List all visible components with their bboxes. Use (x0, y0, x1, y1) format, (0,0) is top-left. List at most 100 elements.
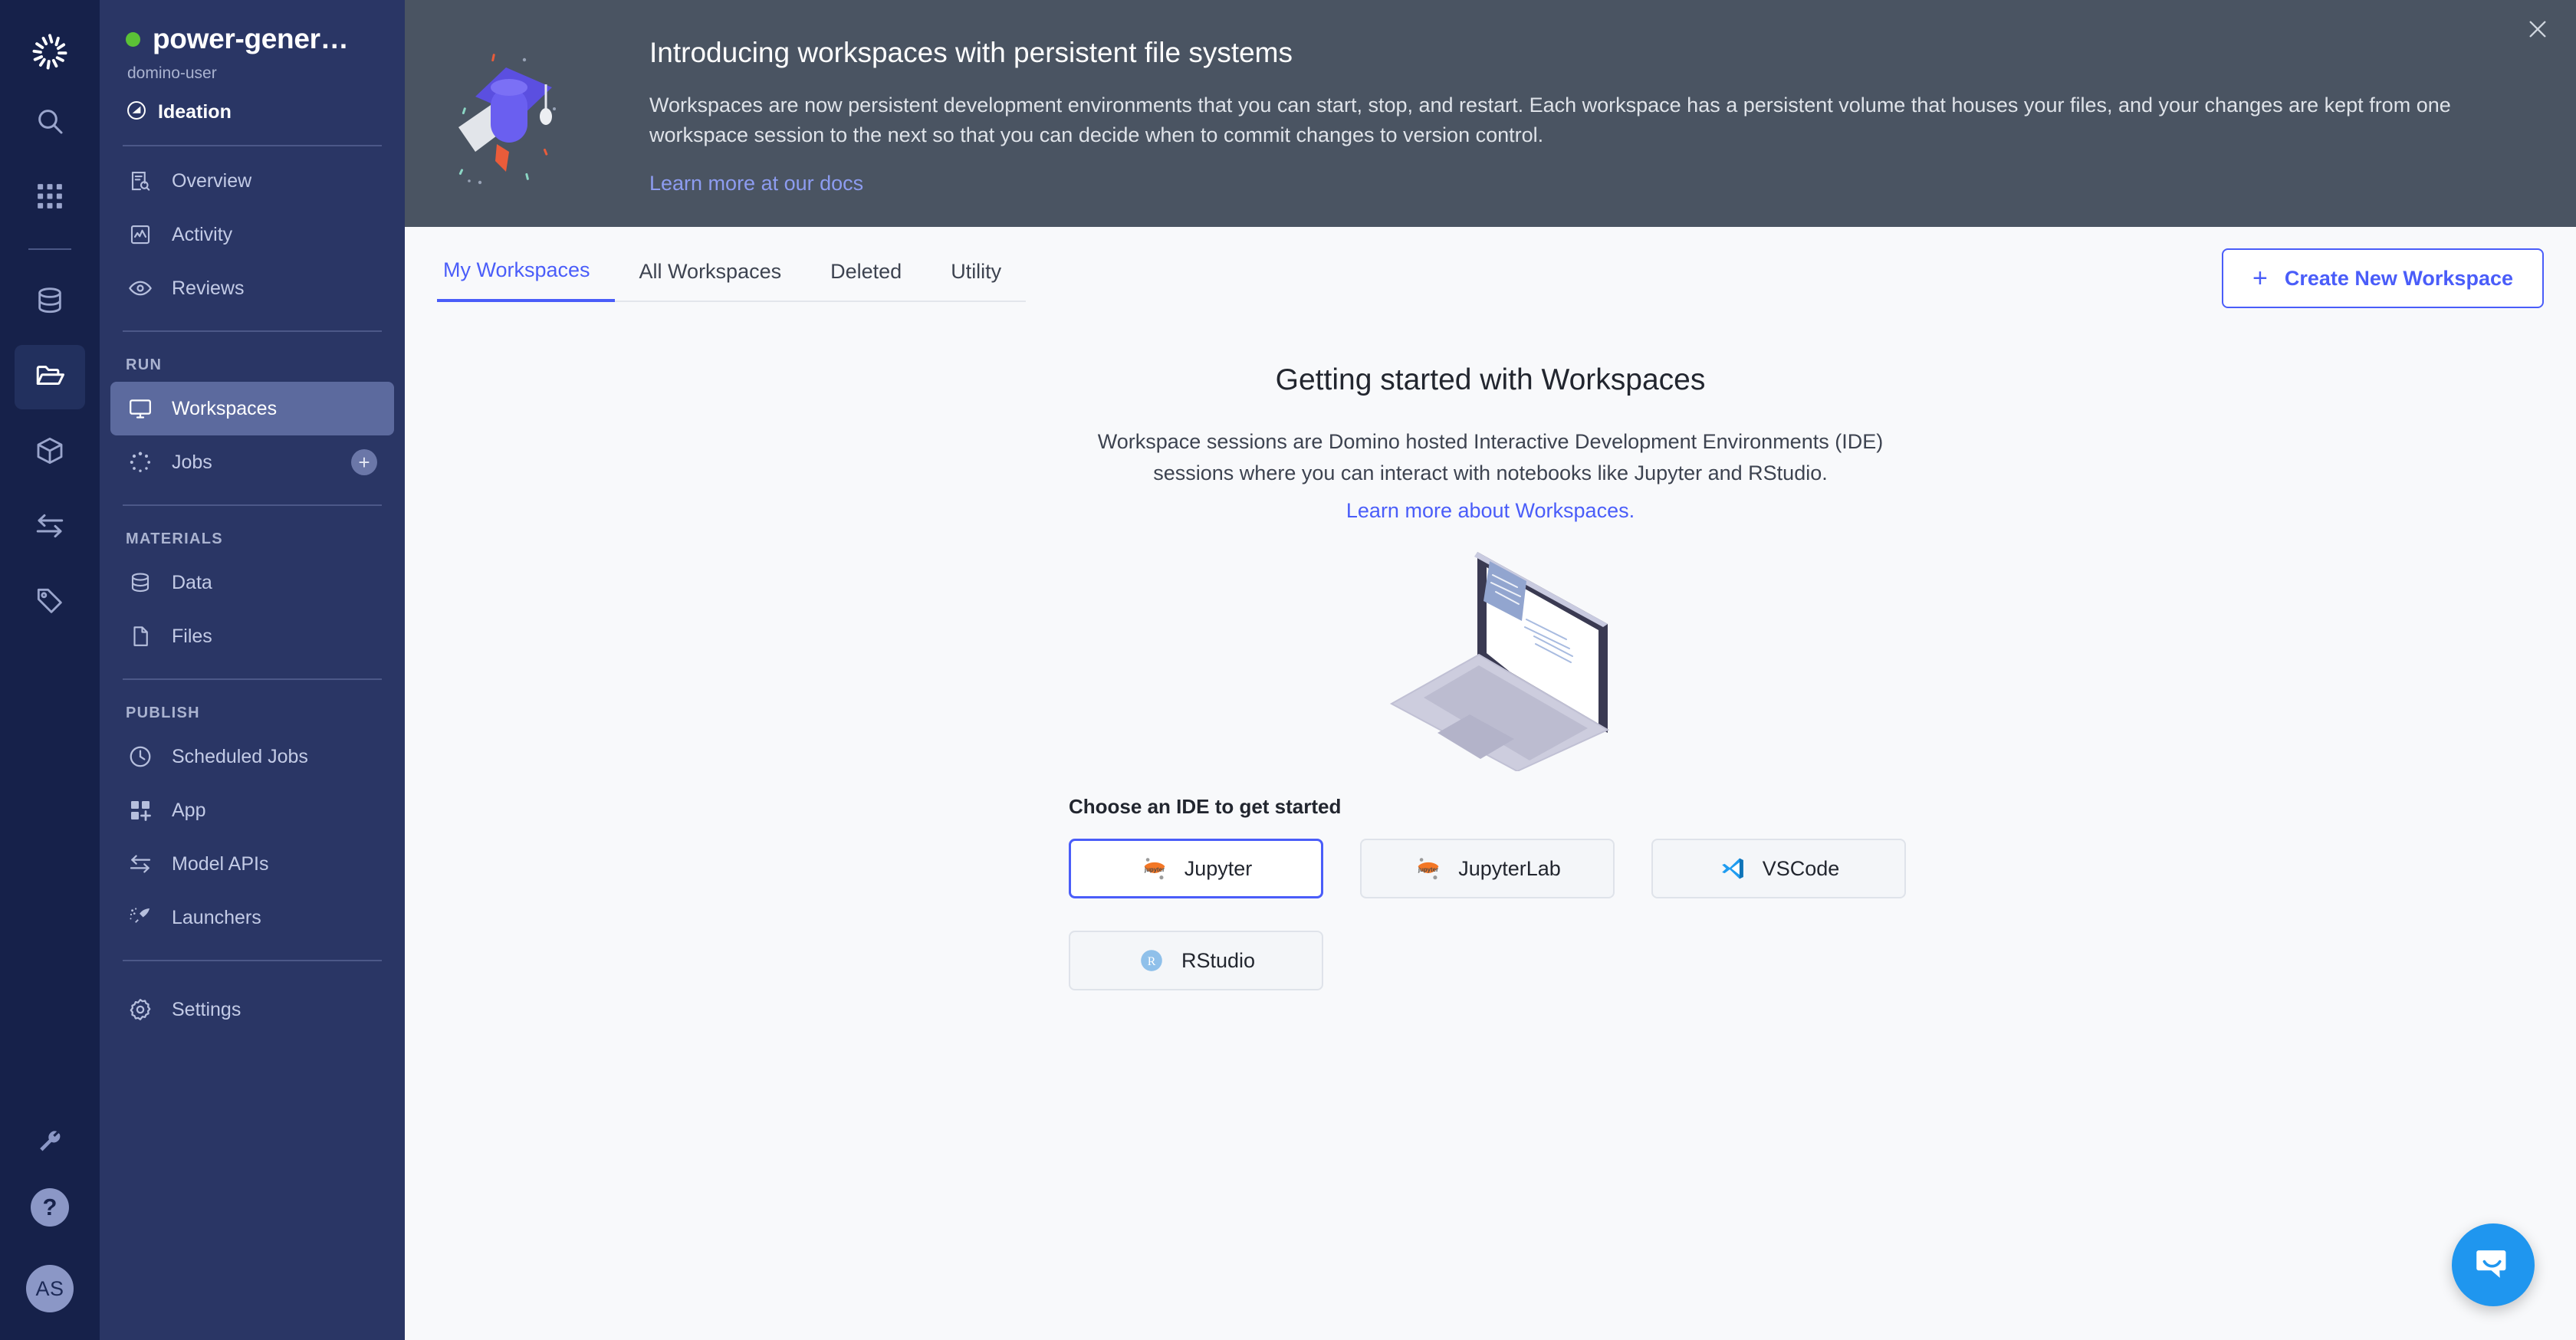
jupyter-icon: jupyter (1140, 854, 1169, 883)
sidebar-section-publish: PUBLISH Scheduled Jobs App Model APIs La… (100, 680, 405, 960)
rail-item-tags[interactable] (15, 570, 85, 635)
jupyter-icon: jupyter (1414, 854, 1443, 883)
create-new-workspace-button[interactable]: + Create New Workspace (2222, 248, 2544, 308)
rail-item-apps[interactable] (15, 166, 85, 230)
sidebar-item-jobs[interactable]: Jobs + (110, 435, 394, 489)
ide-chooser-label: Choose an IDE to get started (1069, 795, 1342, 818)
sidebar-item-reviews[interactable]: Reviews (110, 261, 394, 315)
sidebar-item-settings[interactable]: Settings (110, 983, 394, 1036)
sidebar-item-label: Launchers (172, 906, 261, 928)
project-sidebar: power-gener… domino-user Ideation Overvi… (100, 0, 405, 1340)
tabs-bar: My Workspaces All Workspaces Deleted Uti… (405, 227, 2576, 308)
sidebar-item-overview[interactable]: Overview (110, 154, 394, 208)
sidebar-item-data[interactable]: Data (110, 556, 394, 609)
cube-icon (34, 435, 65, 470)
tag-icon (34, 586, 65, 620)
project-stage[interactable]: Ideation (126, 100, 379, 125)
project-title-row[interactable]: power-gener… (126, 23, 379, 55)
laptop-illustration (1364, 541, 1617, 775)
help-icon[interactable]: ? (31, 1188, 69, 1227)
sidebar-item-label: Overview (172, 169, 252, 192)
wrench-icon (35, 1129, 64, 1162)
sidebar-section-run: RUN Workspaces Jobs + (100, 332, 405, 504)
ide-chooser: Choose an IDE to get started jupyter Jup… (1069, 795, 1912, 990)
sidebar-item-app[interactable]: App (110, 783, 394, 837)
transfer-arrows-icon (126, 849, 155, 879)
sidebar-item-label: Model APIs (172, 852, 269, 875)
monitor-icon (126, 394, 155, 423)
sidebar-item-workspaces[interactable]: Workspaces (110, 382, 394, 435)
transfer-arrows-icon (34, 510, 66, 546)
sidebar-item-label: Reviews (172, 277, 245, 299)
ide-option-label: Jupyter (1184, 856, 1253, 880)
rail-bottom-group: ? AS (15, 1113, 85, 1340)
ide-options: jupyter Jupyter jupyter JupyterLab VSCod… (1069, 839, 1912, 990)
tab-my-workspaces[interactable]: My Workspaces (437, 255, 615, 302)
svg-text:jupyter: jupyter (1144, 866, 1165, 873)
banner-text: Workspaces are now persistent developmen… (649, 94, 2451, 147)
stage-circle-icon (126, 100, 147, 125)
rstudio-icon: R (1137, 946, 1166, 975)
sidebar-item-label: Workspaces (172, 397, 278, 419)
sidebar-section-label: RUN (126, 356, 163, 373)
ide-option-label: JupyterLab (1458, 856, 1561, 880)
rail-item-model-apis[interactable] (15, 495, 85, 560)
app-root: ? AS power-gener… domino-user Ideation O… (0, 0, 2576, 1340)
activity-icon (126, 220, 155, 249)
eye-icon (126, 274, 155, 303)
ide-option-vscode[interactable]: VSCode (1651, 839, 1906, 898)
sidebar-settings-group: Settings (100, 961, 405, 1052)
sidebar-item-label: Settings (172, 998, 242, 1020)
close-icon[interactable] (2525, 17, 2550, 46)
project-name: power-gener… (153, 23, 349, 54)
rocket-icon (126, 903, 155, 932)
announcement-banner: Introducing workspaces with persistent f… (405, 0, 2576, 227)
ide-option-rstudio[interactable]: R RStudio (1069, 931, 1323, 990)
sidebar-item-label: Activity (172, 223, 233, 245)
tab-all-workspaces[interactable]: All Workspaces (615, 257, 807, 301)
search-icon (34, 106, 65, 140)
sidebar-item-scheduled-jobs[interactable]: Scheduled Jobs (110, 730, 394, 783)
ide-option-label: VSCode (1762, 856, 1840, 880)
project-status-dot (126, 31, 140, 47)
rail-item-projects[interactable] (15, 345, 85, 409)
rail-item-search[interactable] (15, 90, 85, 155)
sidebar-item-model-apis[interactable]: Model APIs (110, 837, 394, 891)
vscode-icon (1718, 854, 1747, 883)
create-new-workspace-label: Create New Workspace (2284, 266, 2513, 290)
sidebar-item-label: Jobs (172, 451, 212, 473)
rail-item-environments[interactable] (15, 420, 85, 484)
banner-docs-link[interactable]: Learn more at our docs (649, 172, 863, 195)
gear-icon (126, 995, 155, 1024)
ide-option-jupyterlab[interactable]: jupyter JupyterLab (1360, 839, 1615, 898)
rail-item-data[interactable] (15, 270, 85, 334)
domino-logo-icon[interactable] (0, 14, 100, 90)
svg-text:R: R (1148, 955, 1156, 968)
avatar[interactable]: AS (26, 1265, 74, 1312)
overview-icon (126, 166, 155, 195)
sidebar-item-activity[interactable]: Activity (110, 208, 394, 261)
ide-option-jupyter[interactable]: jupyter Jupyter (1069, 839, 1323, 898)
tab-utility[interactable]: Utility (926, 257, 1026, 301)
banner-title: Introducing workspaces with persistent f… (649, 37, 1293, 68)
getting-started-panel: Getting started with Workspaces Workspac… (405, 308, 2576, 1340)
learn-more-workspaces-link[interactable]: Learn more about Workspaces. (1346, 499, 1635, 523)
tab-deleted[interactable]: Deleted (806, 257, 926, 301)
plus-icon: + (2252, 264, 2268, 293)
project-stage-label: Ideation (158, 101, 232, 123)
sidebar-item-files[interactable]: Files (110, 609, 394, 663)
project-header: power-gener… domino-user Ideation (100, 0, 405, 145)
rail-item-admin-tools[interactable] (15, 1113, 85, 1177)
project-owner: domino-user (127, 64, 217, 82)
rail-divider (28, 248, 71, 250)
main-content: Introducing workspaces with persistent f… (405, 0, 2576, 1340)
sidebar-section-label: MATERIALS (126, 530, 223, 547)
graduation-cap-icon (435, 37, 639, 190)
ide-option-label: RStudio (1181, 948, 1256, 972)
chat-bubble-icon[interactable] (2452, 1223, 2535, 1306)
sidebar-item-launchers[interactable]: Launchers (110, 891, 394, 944)
add-job-button[interactable]: + (351, 449, 377, 475)
sidebar-top-group: Overview Activity Reviews (100, 146, 405, 330)
page-title: Getting started with Workspaces (1275, 363, 1706, 396)
getting-started-description: Workspace sessions are Domino hosted Int… (1097, 430, 1884, 484)
